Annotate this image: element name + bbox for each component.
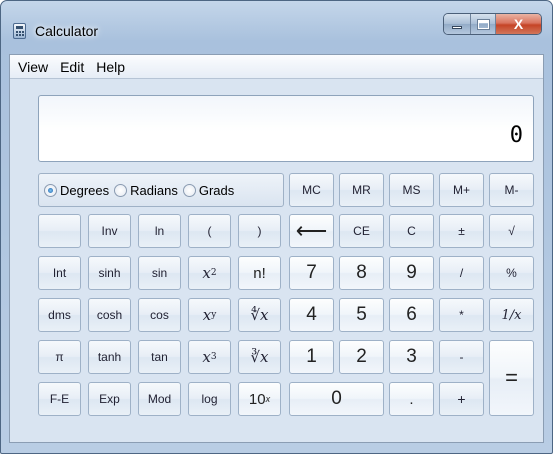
pi-button[interactable]: π xyxy=(38,340,81,374)
menu-edit[interactable]: Edit xyxy=(54,55,90,79)
radio-unselected-icon xyxy=(182,183,196,197)
multiply-button[interactable]: * xyxy=(439,298,484,332)
y-root-x-button[interactable]: ∜x xyxy=(238,298,281,332)
dms-button[interactable]: dms xyxy=(38,298,81,332)
digit-1-button[interactable]: 1 xyxy=(289,340,334,374)
menu-help[interactable]: Help xyxy=(90,55,131,79)
sqrt-button[interactable]: √ xyxy=(489,214,534,248)
cosh-button[interactable]: cosh xyxy=(88,298,131,332)
m-minus-button[interactable]: M- xyxy=(489,173,534,207)
cube-root-button[interactable]: ∛x xyxy=(238,340,281,374)
calculator-window: Calculator X View Edit Help 0 Degrees Ra… xyxy=(0,0,553,454)
calculator-app-icon xyxy=(13,23,26,39)
ln-button[interactable]: ln xyxy=(138,214,181,248)
window-title: Calculator xyxy=(35,23,99,39)
inv-button[interactable]: Inv xyxy=(88,214,131,248)
cos-button[interactable]: cos xyxy=(138,298,181,332)
x-cubed-button[interactable]: x3 xyxy=(188,340,231,374)
mc-button[interactable]: MC xyxy=(289,173,334,207)
percent-button[interactable]: % xyxy=(489,256,534,290)
x-squared-base: x xyxy=(202,264,211,282)
close-paren-button[interactable]: ) xyxy=(238,214,281,248)
minus-button[interactable]: - xyxy=(439,340,484,374)
x-power-y-button[interactable]: xy xyxy=(188,298,231,332)
radio-degrees-label: Degrees xyxy=(60,182,110,198)
int-button[interactable]: Int xyxy=(38,256,81,290)
fe-button[interactable]: F-E xyxy=(38,382,81,416)
sinh-button[interactable]: sinh xyxy=(88,256,131,290)
radio-degrees[interactable]: Degrees xyxy=(44,183,109,198)
reciprocal-button[interactable]: 1/x xyxy=(489,298,534,332)
title-bar[interactable]: Calculator X xyxy=(1,1,552,53)
digit-8-button[interactable]: 8 xyxy=(339,256,384,290)
tanh-button[interactable]: tanh xyxy=(88,340,131,374)
backspace-arrow-icon: ⟵ xyxy=(295,218,328,243)
mod-button[interactable]: Mod xyxy=(138,382,181,416)
radio-selected-icon xyxy=(44,183,57,197)
ten-power-x-button[interactable]: 10 x xyxy=(238,382,281,416)
blank-button[interactable] xyxy=(38,214,81,248)
maximize-button[interactable] xyxy=(471,14,496,34)
caption-buttons: X xyxy=(443,13,542,35)
digit-6-button[interactable]: 6 xyxy=(389,298,434,332)
angle-mode-group: Degrees Radians Grads xyxy=(38,173,284,207)
menu-bar: View Edit Help xyxy=(10,55,543,79)
digit-9-button[interactable]: 9 xyxy=(389,256,434,290)
digit-7-button[interactable]: 7 xyxy=(289,256,334,290)
maximize-icon xyxy=(477,19,489,29)
calculator-body: View Edit Help 0 Degrees Radians Grads M… xyxy=(9,54,544,443)
digit-2-button[interactable]: 2 xyxy=(339,340,384,374)
c-button[interactable]: C xyxy=(389,214,434,248)
plus-button[interactable]: + xyxy=(439,382,484,416)
digit-5-button[interactable]: 5 xyxy=(339,298,384,332)
factorial-button[interactable]: n! xyxy=(238,256,281,290)
exp-button[interactable]: Exp xyxy=(88,382,131,416)
divide-button[interactable]: / xyxy=(439,256,484,290)
minimize-button[interactable] xyxy=(444,14,471,34)
display-value: 0 xyxy=(509,123,523,148)
mr-button[interactable]: MR xyxy=(339,173,384,207)
digit-0-button[interactable]: 0 xyxy=(289,382,384,416)
radio-radians-label: Radians xyxy=(130,182,178,198)
radio-grads[interactable]: Grads xyxy=(182,182,235,198)
equals-button[interactable]: = xyxy=(489,340,534,416)
radio-radians[interactable]: Radians xyxy=(114,183,178,198)
m-plus-button[interactable]: M+ xyxy=(439,173,484,207)
sin-button[interactable]: sin xyxy=(138,256,181,290)
backspace-button[interactable]: ⟵ xyxy=(289,214,334,248)
menu-view[interactable]: View xyxy=(12,55,54,79)
open-paren-button[interactable]: ( xyxy=(188,214,231,248)
ce-button[interactable]: CE xyxy=(339,214,384,248)
decimal-button[interactable]: . xyxy=(389,382,434,416)
tan-button[interactable]: tan xyxy=(138,340,181,374)
ms-button[interactable]: MS xyxy=(389,173,434,207)
ten-power-base: 10 xyxy=(248,390,266,408)
radio-grads-label: Grads xyxy=(198,182,235,198)
plus-minus-button[interactable]: ± xyxy=(439,214,484,248)
x-cubed-base: x xyxy=(202,348,211,366)
digit-4-button[interactable]: 4 xyxy=(289,298,334,332)
minimize-icon xyxy=(452,26,462,29)
close-icon: X xyxy=(513,16,524,32)
log-button[interactable]: log xyxy=(188,382,231,416)
close-button[interactable]: X xyxy=(496,14,541,34)
digit-3-button[interactable]: 3 xyxy=(389,340,434,374)
result-display: 0 xyxy=(38,95,534,162)
radio-unselected-icon xyxy=(114,183,128,197)
x-power-y-base: x xyxy=(202,306,212,324)
x-squared-button[interactable]: x2 xyxy=(188,256,231,290)
